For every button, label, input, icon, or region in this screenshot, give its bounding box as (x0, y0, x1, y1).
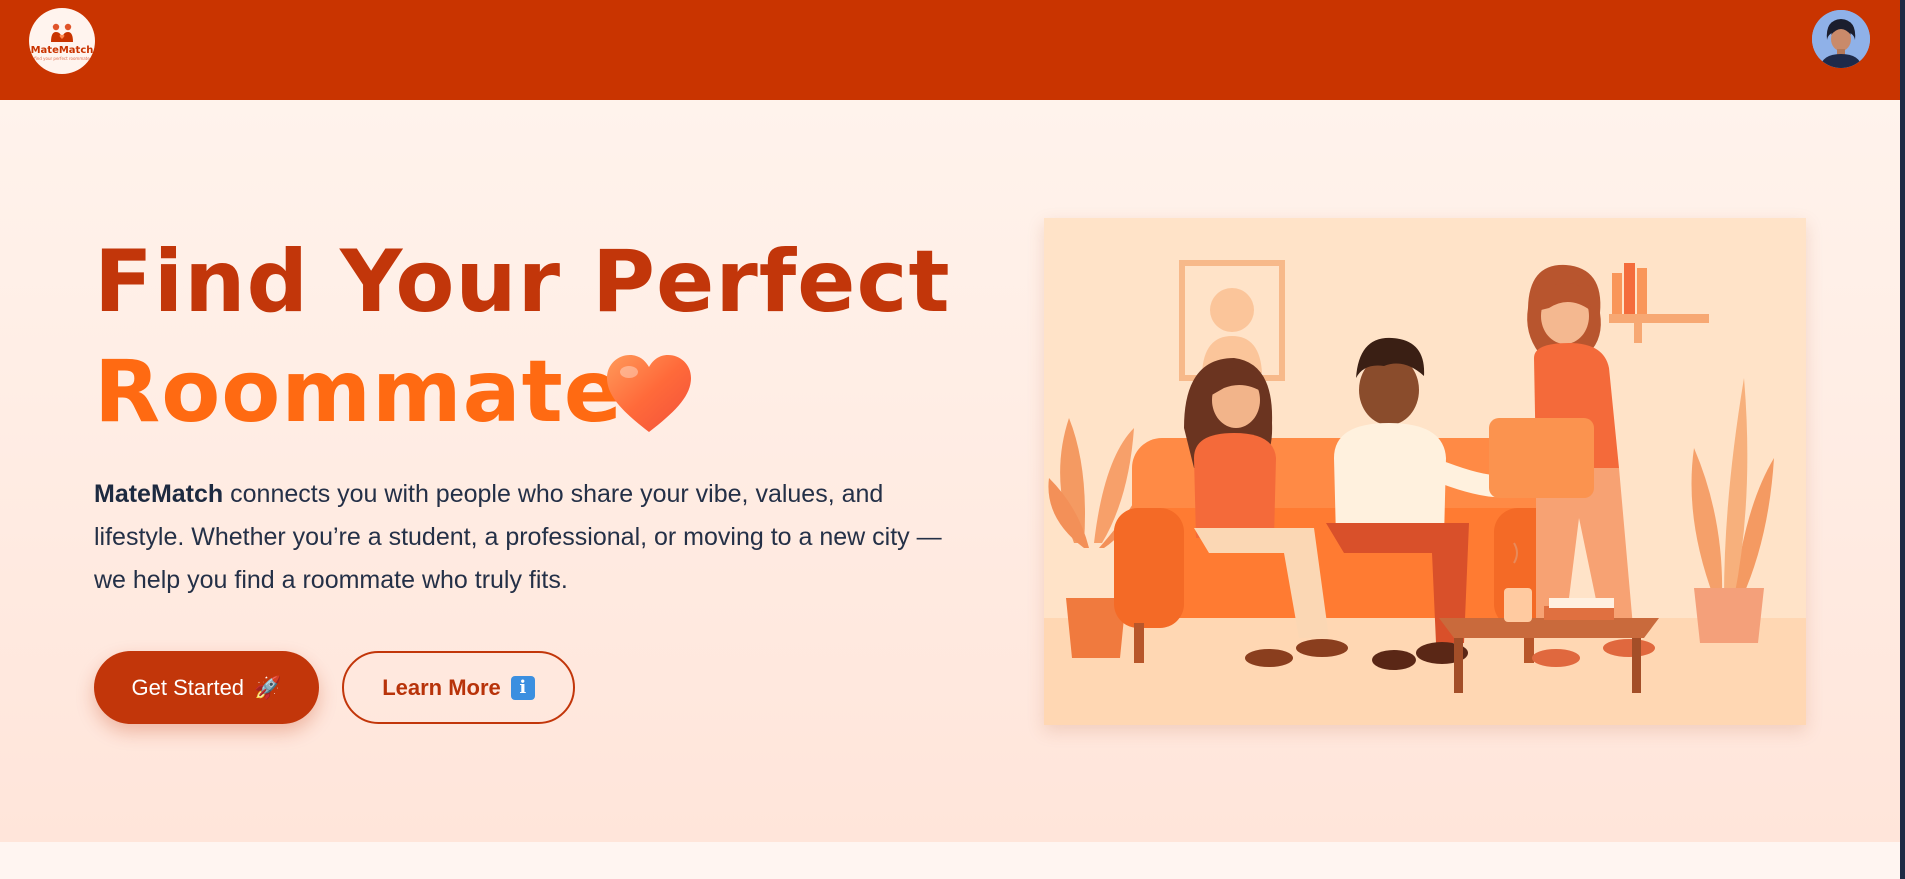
brand-logo[interactable]: MateMatch find your perfect roommate (29, 8, 95, 74)
info-icon: i (510, 675, 535, 700)
rocket-icon: 🚀 (254, 674, 282, 700)
logo-tagline: find your perfect roommate (34, 55, 90, 61)
heart-icon (607, 355, 691, 432)
roommates-logo-icon (51, 23, 73, 42)
logo-name: MateMatch (30, 44, 94, 56)
brand-name: MateMatch (94, 480, 224, 508)
learn-more-label: Learn More (382, 674, 501, 700)
roommates-illustration (1044, 218, 1806, 725)
user-portrait-icon (1812, 10, 1870, 68)
learn-more-button[interactable]: Learn More i (342, 651, 575, 724)
get-started-button[interactable]: Get Started 🚀 (94, 651, 319, 724)
top-navigation-bar: MateMatch find your perfect roommate (0, 0, 1900, 100)
hero-title-line1: Find Your Perfect (94, 232, 951, 332)
hero-title-line2: Roommate (94, 342, 624, 442)
get-started-label: Get Started (131, 674, 245, 700)
page-scrollbar[interactable] (1900, 0, 1905, 879)
user-avatar[interactable] (1812, 10, 1870, 68)
next-section-edge (0, 842, 1900, 879)
hero-description: MateMatch connects you with people who s… (94, 473, 954, 602)
